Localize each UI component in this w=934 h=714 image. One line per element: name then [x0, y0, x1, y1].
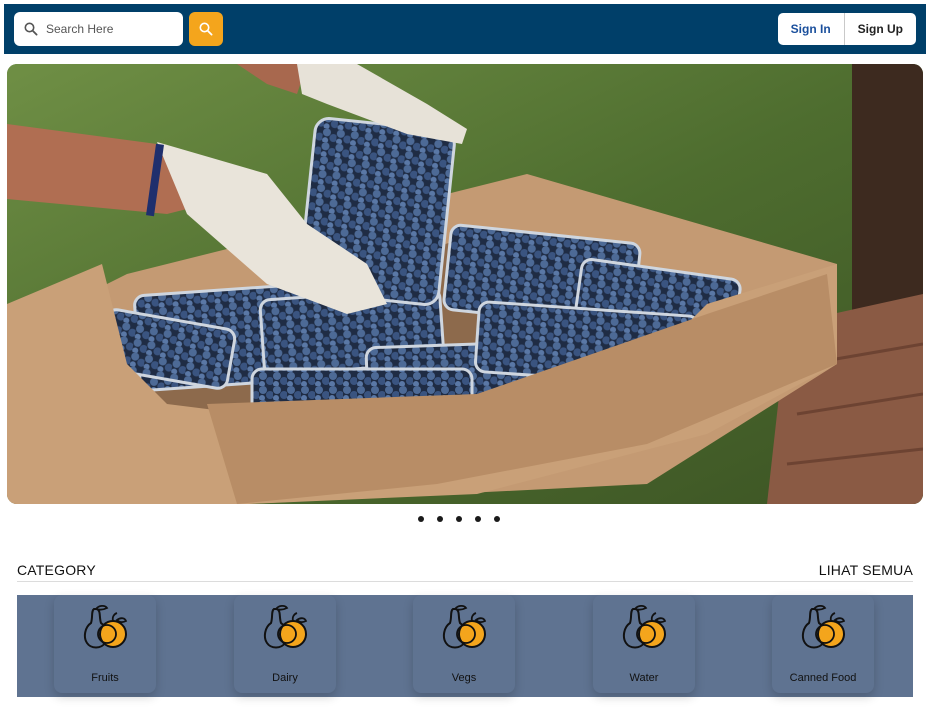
fruits-icon	[442, 604, 487, 649]
category-card-vegs[interactable]: Vegs	[413, 595, 515, 693]
category-title: CATEGORY	[17, 562, 96, 578]
search-box[interactable]	[14, 12, 183, 46]
auth-buttons: Sign In Sign Up	[777, 13, 916, 45]
carousel-dot[interactable]	[418, 516, 424, 522]
search-button[interactable]	[189, 12, 223, 46]
category-label: Vegs	[451, 672, 477, 684]
see-all-link[interactable]: LIHAT SEMUA	[819, 562, 913, 578]
search-icon	[199, 22, 213, 36]
category-label: Fruits	[91, 672, 119, 684]
search-input[interactable]	[46, 22, 166, 36]
category-label: Dairy	[272, 672, 298, 684]
fruits-icon	[83, 604, 128, 649]
sign-in-button[interactable]: Sign In	[778, 13, 845, 45]
hero-banner-image	[7, 64, 923, 504]
top-navbar: Sign In Sign Up	[4, 4, 926, 54]
category-header: CATEGORY LIHAT SEMUA	[17, 562, 913, 582]
category-card-water[interactable]: Water	[593, 595, 695, 693]
category-card-dairy[interactable]: Dairy	[234, 595, 336, 693]
carousel-dot[interactable]	[456, 516, 462, 522]
carousel-indicators	[418, 516, 500, 522]
fruits-icon	[622, 604, 667, 649]
search-icon	[24, 22, 38, 36]
carousel-dot[interactable]	[437, 516, 443, 522]
fruits-icon	[263, 604, 308, 649]
category-card-fruits[interactable]: Fruits	[54, 595, 156, 693]
category-list: Fruits Dairy Vegs Water Canned Food	[17, 595, 913, 697]
fruits-icon	[801, 604, 846, 649]
carousel-dot[interactable]	[494, 516, 500, 522]
carousel-dot[interactable]	[475, 516, 481, 522]
category-label: Canned Food	[789, 672, 857, 684]
category-label: Water	[629, 672, 659, 684]
category-card-canned-food[interactable]: Canned Food	[772, 595, 874, 693]
sign-up-button[interactable]: Sign Up	[845, 13, 916, 45]
